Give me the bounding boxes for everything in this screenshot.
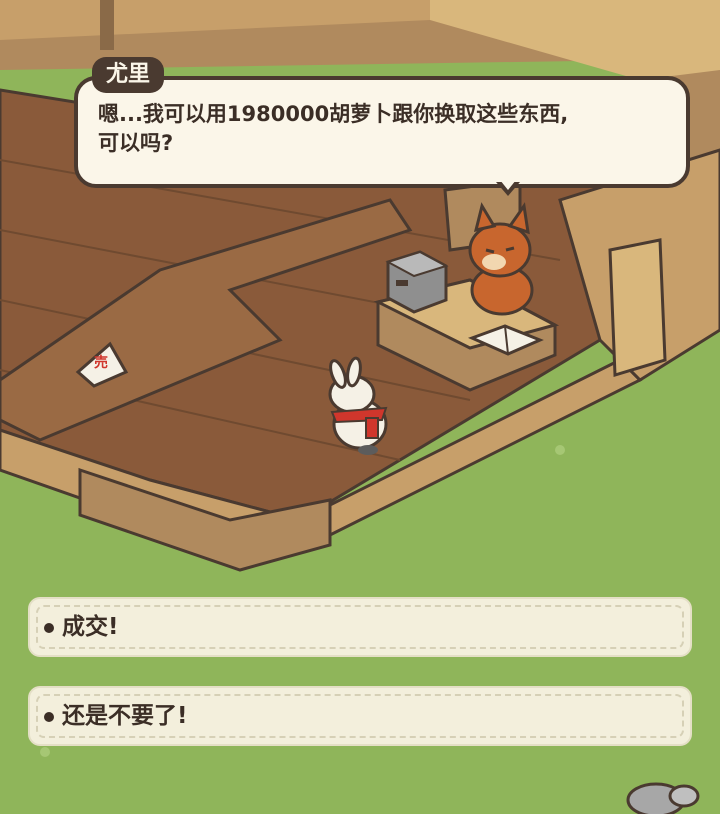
bullet-icon (44, 623, 54, 633)
dialogue-line-1: 嗯...我可以用1980000胡萝卜跟你换取这些东西, (98, 102, 569, 126)
choice-label: 成交! (62, 614, 119, 640)
choice-border (36, 605, 684, 649)
dialogue-tail-inner (500, 180, 516, 190)
choice-label: 还是不要了! (62, 703, 188, 729)
sale-sign-text: 売 (94, 355, 108, 371)
speaker-name-tag: 尤里 (92, 57, 165, 93)
choice-decline-button[interactable]: 还是不要了! (28, 686, 692, 746)
dialogue-line-2: 可以吗? (98, 131, 174, 155)
cash-register-icon (385, 250, 449, 314)
dialogue-text: 嗯...我可以用1980000胡萝卜跟你换取这些东西, 可以吗? (98, 100, 680, 158)
choice-accept-button[interactable]: 成交! (28, 597, 692, 657)
bullet-icon (44, 712, 54, 722)
